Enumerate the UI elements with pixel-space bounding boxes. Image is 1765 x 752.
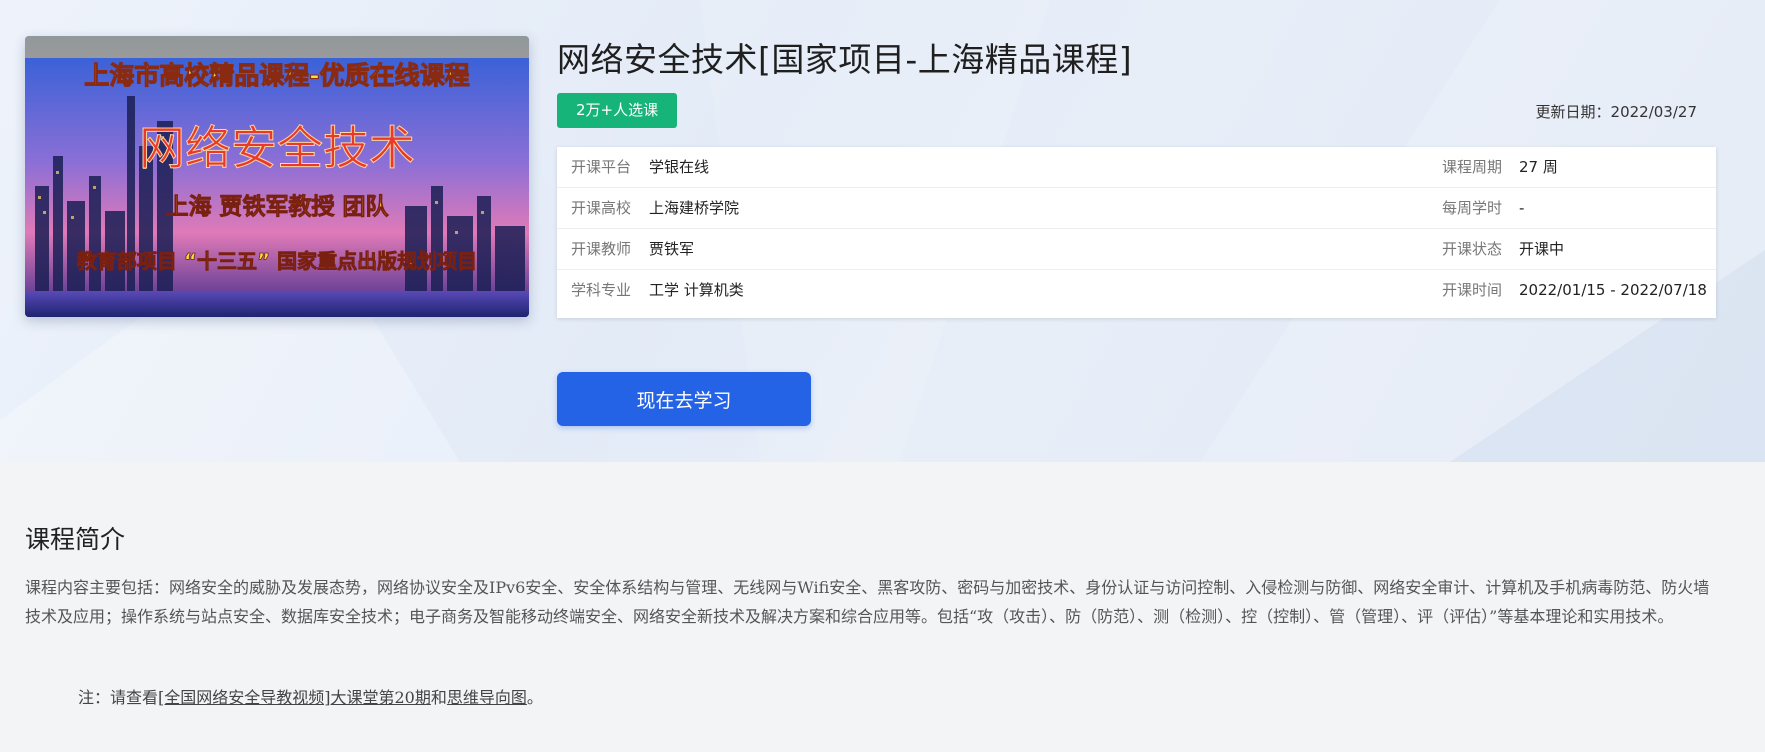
cover-line2: 网络安全技术 [139, 121, 415, 175]
course-cover-image[interactable]: 上海市高校精品课程-优质在线课程 网络安全技术 上海 贾铁军教授 团队 教育部项… [25, 36, 529, 317]
course-info-table: 开课平台 学银在线 课程周期 27 周 开课高校 上海建桥学院 每周学时 - 开… [557, 147, 1716, 318]
info-value: 学银在线 [649, 158, 710, 176]
start-learning-button[interactable]: 现在去学习 [557, 372, 811, 426]
info-value: 上海建桥学院 [649, 199, 740, 217]
info-value: 27 周 [1519, 158, 1558, 176]
info-row: 开课高校 上海建桥学院 每周学时 - [557, 188, 1716, 229]
guide-video-link[interactable]: [全国网络安全导教视频]大课堂第20期 [158, 688, 431, 707]
cover-line1: 上海市高校精品课程-优质在线课程 [84, 61, 469, 90]
info-value: - [1519, 199, 1525, 217]
note-suffix: 。 [526, 688, 543, 707]
info-label: 开课时间 [1442, 281, 1503, 299]
info-value: 贾铁军 [649, 240, 695, 258]
update-date: 更新日期：2022/03/27 [1535, 103, 1697, 121]
cover-line3: 上海 贾铁军教授 团队 [165, 193, 389, 220]
mind-map-link[interactable]: 思维导向图 [447, 688, 527, 707]
info-row: 学科专业 工学 计算机类 开课时间 2022/01/15 - 2022/07/1… [557, 270, 1716, 313]
info-label: 每周学时 [1442, 199, 1503, 217]
intro-body: 课程内容主要包括：网络安全的威胁及发展态势，网络协议安全及IPv6安全、安全体系… [25, 578, 1710, 626]
info-row: 开课教师 贾铁军 开课状态 开课中 [557, 229, 1716, 270]
note-mid: 和 [430, 688, 447, 707]
info-label: 开课教师 [571, 240, 632, 258]
info-label: 开课状态 [1442, 240, 1503, 258]
cover-line4: 教育部项目 “十三五” 国家重点出版规划项目 [77, 249, 477, 273]
note-prefix: 注：请查看 [78, 688, 159, 707]
info-value: 开课中 [1519, 240, 1565, 258]
info-label: 课程周期 [1442, 158, 1503, 176]
course-hero: 上海市高校精品课程-优质在线课程 网络安全技术 上海 贾铁军教授 团队 教育部项… [0, 0, 1765, 462]
info-label: 开课高校 [571, 199, 632, 217]
info-label: 开课平台 [571, 158, 632, 176]
info-row: 开课平台 学银在线 课程周期 27 周 [557, 147, 1716, 188]
page-title: 网络安全技术[国家项目-上海精品课程] [557, 40, 1133, 79]
enroll-count-badge: 2万+人选课 [557, 93, 678, 128]
info-value: 2022/01/15 - 2022/07/18 [1519, 281, 1707, 299]
info-label: 学科专业 [571, 281, 632, 299]
info-value: 工学 计算机类 [649, 281, 744, 299]
intro-heading: 课程简介 [25, 525, 126, 554]
intro-note: 注：请查看[全国网络安全导教视频]大课堂第20期和思维导向图。 [78, 684, 543, 708]
